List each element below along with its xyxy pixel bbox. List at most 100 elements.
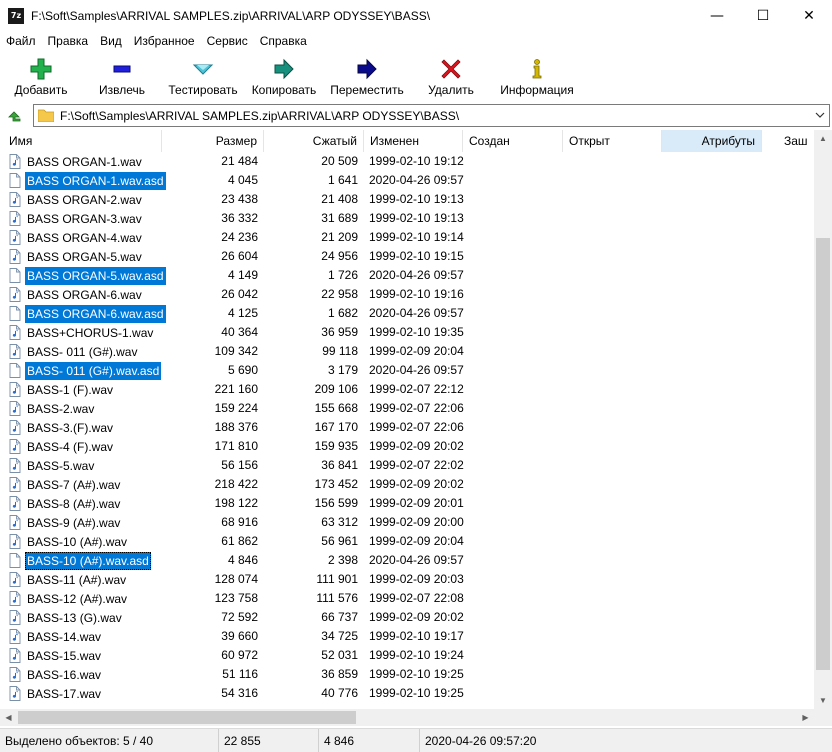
- maximize-button[interactable]: ☐: [740, 0, 786, 31]
- menu-favorites[interactable]: Избранное: [128, 31, 201, 51]
- column-encrypted[interactable]: Заш: [778, 130, 814, 152]
- chevron-down-icon[interactable]: [814, 109, 826, 121]
- table-row[interactable]: BASS-15.wav 60 972 52 031 1999-02-10 19:24: [0, 646, 814, 665]
- delete-label: Удалить: [428, 83, 474, 97]
- menu-edit[interactable]: Правка: [42, 31, 95, 51]
- file-packed-size: 156 599: [314, 496, 358, 510]
- table-row[interactable]: BASS ORGAN-4.wav 24 236 21 209 1999-02-10 1…: [0, 228, 814, 247]
- file-name-cell: BASS-9 (A#).wav: [9, 513, 159, 532]
- file-name: BASS- 011 (G#).wav.asd: [25, 361, 162, 380]
- vertical-scrollbar[interactable]: ▲ ▼: [814, 130, 832, 709]
- scroll-down-icon[interactable]: ▼: [814, 692, 832, 709]
- table-row[interactable]: BASS-3.(F).wav 188 376 167 170 1999-02-07 2…: [0, 418, 814, 437]
- address-path: F:\Soft\Samples\ARRIVAL SAMPLES.zip\ARRI…: [60, 108, 460, 123]
- delete-button[interactable]: Удалить: [410, 51, 492, 101]
- table-row[interactable]: BASS-14.wav 39 660 34 725 1999-02-10 19:17: [0, 627, 814, 646]
- table-row[interactable]: BASS-8 (A#).wav 198 122 156 599 1999-02-09 …: [0, 494, 814, 513]
- table-row[interactable]: BASS ORGAN-5.wav 26 604 24 956 1999-02-10 1…: [0, 247, 814, 266]
- menu-bar: Файл Правка Вид Избранное Сервис Справка: [0, 31, 832, 51]
- table-row[interactable]: BASS-16.wav 51 116 36 859 1999-02-10 19:25: [0, 665, 814, 684]
- file-packed-size: 209 106: [314, 382, 358, 396]
- table-row[interactable]: BASS-1 (F).wav 221 160 209 106 1999-02-07 2…: [0, 380, 814, 399]
- file-name-cell: BASS+CHORUS-1.wav: [9, 323, 159, 342]
- file-size: 123 758: [214, 591, 258, 605]
- file-packed-size: 36 841: [321, 458, 358, 472]
- scroll-right-icon[interactable]: ▶: [797, 709, 814, 726]
- close-button[interactable]: ✕: [786, 0, 832, 31]
- table-row[interactable]: BASS ORGAN-3.wav 36 332 31 689 1999-02-10 1…: [0, 209, 814, 228]
- file-size: 5 690: [227, 363, 258, 377]
- audio-file-icon: [9, 610, 21, 625]
- file-name: BASS-4 (F).wav: [27, 439, 114, 454]
- audio-file-icon: [9, 401, 21, 416]
- menu-tools[interactable]: Сервис: [201, 31, 254, 51]
- minimize-button[interactable]: —: [694, 0, 740, 31]
- table-row[interactable]: BASS-2.wav 159 224 155 668 1999-02-07 22:06: [0, 399, 814, 418]
- file-modified: 1999-02-10 19:25: [369, 667, 464, 681]
- file-packed-size: 159 935: [314, 439, 358, 453]
- file-packed-size: 3 179: [327, 363, 358, 377]
- menu-help[interactable]: Справка: [254, 31, 313, 51]
- table-row[interactable]: BASS-5.wav 56 156 36 841 1999-02-07 22:02: [0, 456, 814, 475]
- menu-view[interactable]: Вид: [94, 31, 128, 51]
- audio-file-icon: [9, 439, 21, 454]
- extract-label: Извлечь: [98, 83, 145, 97]
- table-row[interactable]: BASS-9 (A#).wav 68 916 63 312 1999-02-09 20…: [0, 513, 814, 532]
- column-created[interactable]: Создан: [463, 130, 563, 152]
- table-row[interactable]: BASS-11 (A#).wav 128 074 111 901 1999-02-09…: [0, 570, 814, 589]
- move-button[interactable]: Переместить: [324, 51, 410, 101]
- table-row[interactable]: BASS+CHORUS-1.wav 40 364 36 959 1999-02-10 …: [0, 323, 814, 342]
- table-row[interactable]: BASS ORGAN-1.wav.asd 4 045 1 641 2020-04-26…: [0, 171, 814, 190]
- file-packed-size: 24 956: [321, 249, 358, 263]
- add-button[interactable]: Добавить: [0, 51, 82, 101]
- column-accessed[interactable]: Открыт: [563, 130, 662, 152]
- column-attributes[interactable]: Атрибуты: [662, 130, 762, 152]
- file-modified: 1999-02-10 19:12: [369, 154, 464, 168]
- file-list[interactable]: Имя Размер Сжатый Изменен Создан Открыт …: [0, 130, 814, 709]
- table-row[interactable]: BASS-4 (F).wav 171 810 159 935 1999-02-09 2…: [0, 437, 814, 456]
- test-button[interactable]: Тестировать: [162, 51, 244, 101]
- audio-file-icon: [9, 686, 21, 701]
- column-packed[interactable]: Сжатый: [264, 130, 364, 152]
- table-row[interactable]: BASS-13 (G).wav 72 592 66 737 1999-02-09 20…: [0, 608, 814, 627]
- table-row[interactable]: BASS ORGAN-1.wav 21 484 20 509 1999-02-10 1…: [0, 152, 814, 171]
- column-modified[interactable]: Изменен: [364, 130, 463, 152]
- extract-button[interactable]: Извлечь: [82, 51, 162, 101]
- table-row[interactable]: BASS ORGAN-2.wav 23 438 21 408 1999-02-10 1…: [0, 190, 814, 209]
- up-folder-button[interactable]: [0, 103, 28, 129]
- audio-file-icon: [9, 477, 21, 492]
- table-row[interactable]: BASS-7 (A#).wav 218 422 173 452 1999-02-09 …: [0, 475, 814, 494]
- scroll-up-icon[interactable]: ▲: [814, 130, 832, 147]
- table-row[interactable]: BASS ORGAN-6.wav 26 042 22 958 1999-02-10 1…: [0, 285, 814, 304]
- copy-button[interactable]: Копировать: [244, 51, 324, 101]
- file-size: 40 364: [221, 325, 258, 339]
- horizontal-scroll-thumb[interactable]: [18, 711, 356, 724]
- horizontal-scrollbar[interactable]: ◀ ▶: [0, 709, 814, 726]
- file-packed-size: 31 689: [321, 211, 358, 225]
- column-name[interactable]: Имя: [0, 130, 162, 152]
- file-size: 61 862: [221, 534, 258, 548]
- table-row[interactable]: BASS-12 (A#).wav 123 758 111 576 1999-02-07…: [0, 589, 814, 608]
- file-name: BASS-9 (A#).wav: [27, 515, 121, 530]
- table-row[interactable]: BASS-17.wav 54 316 40 776 1999-02-10 19:25: [0, 684, 814, 703]
- info-button[interactable]: Информация: [492, 51, 582, 101]
- file-name-cell: BASS-11 (A#).wav: [9, 570, 159, 589]
- file-size: 56 156: [221, 458, 258, 472]
- copy-label: Копировать: [251, 83, 317, 97]
- file-packed-size: 36 859: [321, 667, 358, 681]
- table-row[interactable]: BASS-10 (A#).wav.asd 4 846 2 398 2020-04-26…: [0, 551, 814, 570]
- table-row[interactable]: BASS- 011 (G#).wav 109 342 99 118 1999-02-0…: [0, 342, 814, 361]
- vertical-scroll-thumb[interactable]: [816, 238, 830, 670]
- table-row[interactable]: BASS- 011 (G#).wav.asd 5 690 3 179 2020-04-…: [0, 361, 814, 380]
- address-bar[interactable]: F:\Soft\Samples\ARRIVAL SAMPLES.zip\ARRI…: [33, 104, 830, 127]
- column-size[interactable]: Размер: [162, 130, 264, 152]
- file-name: BASS+CHORUS-1.wav: [27, 325, 154, 340]
- table-row[interactable]: BASS ORGAN-6.wav.asd 4 125 1 682 2020-04-26…: [0, 304, 814, 323]
- file-modified: 2020-04-26 09:57: [369, 268, 464, 282]
- document-file-icon: [9, 306, 21, 321]
- scroll-left-icon[interactable]: ◀: [0, 709, 17, 726]
- table-row[interactable]: BASS ORGAN-5.wav.asd 4 149 1 726 2020-04-26…: [0, 266, 814, 285]
- menu-file[interactable]: Файл: [0, 31, 42, 51]
- audio-file-icon: [9, 515, 21, 530]
- table-row[interactable]: BASS-10 (A#).wav 61 862 56 961 1999-02-09 2…: [0, 532, 814, 551]
